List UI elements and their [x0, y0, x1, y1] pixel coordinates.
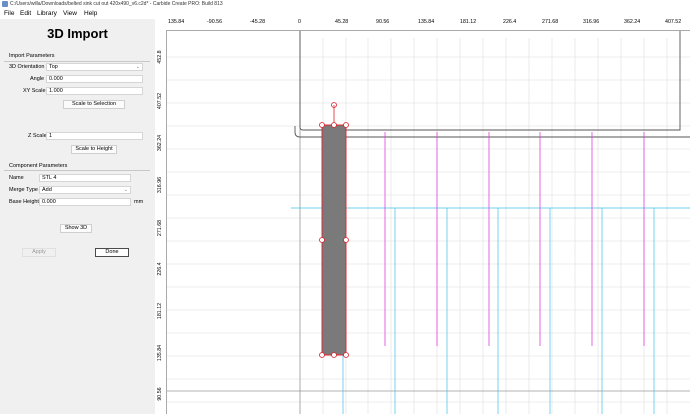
- name-label: Name: [9, 175, 24, 181]
- ruler-tick-label: 181.12: [157, 302, 163, 320]
- divider: [4, 170, 150, 171]
- resize-handle[interactable]: [331, 122, 337, 128]
- ruler-tick-label: 181.12: [460, 19, 477, 25]
- resize-handle[interactable]: [319, 352, 325, 358]
- ruler-tick-label: 407.52: [157, 92, 163, 110]
- resize-handle[interactable]: [343, 237, 349, 243]
- orientation-value: Top: [49, 64, 58, 70]
- ruler-tick-label: 90.56: [376, 19, 390, 25]
- resize-handle[interactable]: [331, 352, 337, 358]
- ruler-tick-label: 316.96: [157, 176, 163, 194]
- ruler-tick-label: 362.24: [624, 19, 641, 25]
- apply-button[interactable]: Apply: [22, 248, 56, 257]
- ruler-tick-label: 271.68: [542, 19, 559, 25]
- xy-scale-label: XY Scale: [23, 88, 46, 94]
- ruler-tick-label: 226.4: [157, 262, 163, 276]
- stock-outline: [294, 126, 690, 138]
- ruler-tick-label: 452.8: [157, 50, 163, 64]
- done-button[interactable]: Done: [95, 248, 129, 257]
- cyan-toolpaths: [291, 207, 690, 414]
- angle-label: Angle: [30, 76, 45, 82]
- z-scale-label: Z Scale: [28, 133, 47, 139]
- canvas-drawing: [166, 30, 690, 414]
- merge-type-label: Merge Type: [9, 187, 38, 193]
- show-3d-button[interactable]: Show 3D: [60, 224, 92, 233]
- grid: [166, 38, 690, 414]
- ruler-tick-label: 226.4: [503, 19, 517, 25]
- ruler-tick-label: 45.28: [335, 19, 349, 25]
- design-canvas[interactable]: [155, 19, 690, 414]
- divider: [4, 61, 150, 62]
- horizontal-ruler: 135.84 -90.56 -45.28 0 45.28 90.56 135.8…: [155, 19, 690, 31]
- scale-to-height-button[interactable]: Scale to Height: [71, 145, 117, 154]
- name-input[interactable]: STL 4: [39, 174, 131, 182]
- base-height-input[interactable]: 0.000: [39, 198, 131, 206]
- title-bar: C:/Users/willa/Downloads/belted sink cut…: [0, 0, 690, 9]
- merge-type-select[interactable]: Add ⌄: [39, 186, 131, 194]
- ruler-tick-label: 407.52: [665, 19, 682, 25]
- menu-file[interactable]: File: [4, 10, 14, 17]
- pink-toolpaths: [384, 132, 645, 346]
- resize-handle[interactable]: [319, 122, 325, 128]
- angle-input[interactable]: 0.000: [46, 75, 143, 83]
- window-title: C:/Users/willa/Downloads/belted sink cut…: [10, 1, 223, 7]
- ruler-tick-label: 135.84: [418, 19, 435, 25]
- menu-view[interactable]: View: [63, 10, 77, 17]
- import-parameters-header: Import Parameters: [9, 53, 55, 59]
- ruler-tick-label: 316.96: [583, 19, 600, 25]
- resize-handle[interactable]: [343, 352, 349, 358]
- import-panel: 3D Import Import Parameters 3D Orientati…: [0, 19, 156, 414]
- xy-scale-input[interactable]: 1.000: [46, 87, 143, 95]
- resize-handle[interactable]: [319, 237, 325, 243]
- ruler-tick-label: 90.56: [157, 387, 163, 401]
- ruler-tick-label: 135.84: [157, 344, 163, 362]
- scale-to-selection-button[interactable]: Scale to Selection: [63, 100, 125, 109]
- component-parameters-header: Component Parameters: [9, 163, 68, 169]
- menu-help[interactable]: Help: [84, 10, 97, 17]
- ruler-tick-label: 135.84: [168, 19, 185, 25]
- ruler-tick-label: 0: [298, 19, 301, 25]
- ruler-tick-label: 271.68: [157, 219, 163, 237]
- ruler-tick-label: 362.24: [157, 134, 163, 152]
- ruler-tick-label: -45.28: [250, 19, 266, 25]
- merge-type-value: Add: [42, 187, 52, 193]
- selected-object[interactable]: [319, 102, 349, 358]
- vertical-ruler: 452.8 407.52 362.24 316.96 271.68 226.4 …: [155, 30, 167, 414]
- base-height-label: Base Height: [9, 199, 39, 205]
- ruler-tick-label: -90.56: [207, 19, 223, 25]
- menu-library[interactable]: Library: [37, 10, 57, 17]
- orientation-select[interactable]: Top ⌄: [46, 63, 143, 71]
- panel-title: 3D Import: [47, 26, 108, 41]
- z-scale-input[interactable]: 1: [46, 132, 143, 140]
- chevron-down-icon: ⌄: [123, 187, 128, 193]
- orientation-label: 3D Orientation: [9, 64, 45, 70]
- chevron-down-icon: ⌄: [135, 64, 140, 70]
- menu-edit[interactable]: Edit: [20, 10, 31, 17]
- base-height-unit: mm: [134, 199, 144, 205]
- resize-handle[interactable]: [343, 122, 349, 128]
- app-icon: [2, 1, 8, 7]
